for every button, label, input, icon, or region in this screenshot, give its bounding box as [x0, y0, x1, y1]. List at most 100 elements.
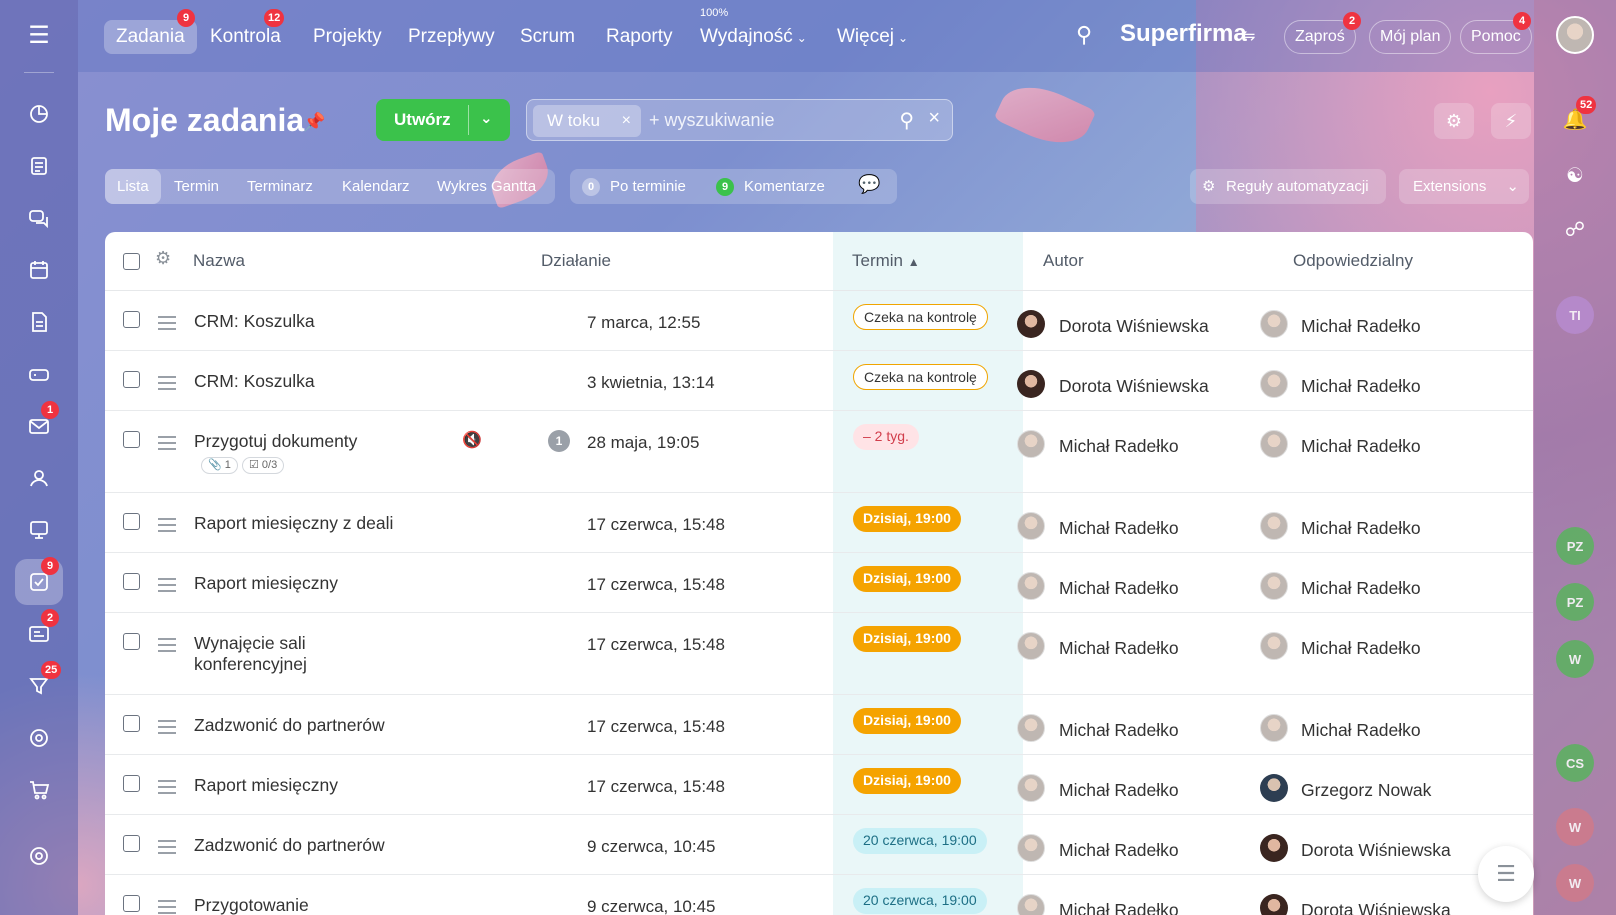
drag-handle-icon[interactable] [158, 780, 176, 798]
drag-handle-icon[interactable] [158, 376, 176, 394]
responsible-name[interactable]: Michał Radełko [1301, 316, 1421, 337]
table-row[interactable]: Raport miesięczny 17 czerwca, 15:48 Dzisia… [105, 755, 1533, 815]
responsible-name[interactable]: Michał Radełko [1301, 638, 1421, 659]
filter-chip[interactable]: W toku × [533, 105, 641, 137]
tab-termin[interactable]: Termin [162, 169, 231, 204]
table-row[interactable]: CRM: Koszulka 7 marca, 12:55 Czeka na kont… [105, 291, 1533, 351]
sidebar-item-users[interactable] [15, 455, 63, 501]
author-name[interactable]: Dorota Wiśniewska [1059, 316, 1209, 337]
table-row[interactable]: Zadzwonić do partnerów 9 czerwca, 10:45 20… [105, 815, 1533, 875]
nav-tab-wiecej[interactable]: Więcej ⌄ [825, 20, 920, 54]
chat-search-icon[interactable]: ☍ [1556, 210, 1594, 248]
sidebar-item-chart[interactable] [15, 91, 63, 137]
drag-handle-icon[interactable] [158, 518, 176, 536]
select-all-checkbox[interactable] [123, 253, 140, 270]
extensions-button[interactable]: Extensions ⌄ [1399, 169, 1529, 204]
overdue-filter[interactable]: Po terminie [610, 178, 686, 195]
drag-handle-icon[interactable] [158, 436, 176, 454]
drag-handle-icon[interactable] [158, 720, 176, 738]
sidebar-item-funnel[interactable]: 25 [15, 661, 63, 709]
sidebar-item-feed[interactable] [15, 143, 63, 189]
table-row[interactable]: Raport miesięczny 17 czerwca, 15:48 Dzisia… [105, 553, 1533, 613]
drag-handle-icon[interactable] [158, 578, 176, 596]
task-name[interactable]: Przygotowanie [194, 895, 309, 915]
row-checkbox[interactable] [123, 633, 140, 650]
task-name[interactable]: Zadzwonić do partnerów [194, 835, 385, 856]
table-row[interactable]: Przygotowanie 9 czerwca, 10:45 20 czerwca,… [105, 875, 1533, 915]
my-plan-button[interactable]: Mój plan [1369, 20, 1452, 54]
contact-avatar[interactable]: PZ [1556, 583, 1594, 621]
author-name[interactable]: Michał Radełko [1059, 436, 1179, 457]
drag-handle-icon[interactable] [158, 316, 176, 334]
lightning-button[interactable]: ⚡ [1491, 103, 1531, 139]
sidebar-item-chat[interactable] [15, 195, 63, 241]
drag-handle-icon[interactable] [158, 638, 176, 656]
search-filter-bar[interactable]: W toku × + wyszukiwanie ⚲ × [526, 99, 953, 141]
row-checkbox[interactable] [123, 311, 140, 328]
nav-tab-scrum[interactable]: Scrum [508, 20, 587, 54]
header-author[interactable]: Autor [1043, 251, 1084, 271]
bell-icon[interactable]: 🔔 52 [1556, 96, 1597, 138]
responsible-name[interactable]: Grzegorz Nowak [1301, 780, 1431, 801]
row-checkbox[interactable] [123, 775, 140, 792]
nav-tab-raporty[interactable]: Raporty [594, 20, 685, 54]
header-action[interactable]: Działanie [541, 251, 611, 271]
read-all-icon[interactable]: 💬 [858, 174, 880, 195]
row-checkbox[interactable] [123, 431, 140, 448]
deadline-badge[interactable]: Dzisiaj, 19:00 [853, 626, 961, 652]
comments-filter[interactable]: Komentarze [744, 178, 825, 195]
tab-gantt[interactable]: Wykres Gantta [425, 169, 548, 204]
task-name[interactable]: Przygotuj dokumenty [194, 431, 357, 452]
table-row[interactable]: CRM: Koszulka 3 kwietnia, 13:14 Czeka na k… [105, 351, 1533, 411]
sidebar-item-presentation[interactable] [15, 507, 63, 553]
row-checkbox[interactable] [123, 835, 140, 852]
table-row[interactable]: Przygotuj dokumenty 📎 1 ☑ 0/3 🔇 1 28 maja, 19… [105, 411, 1533, 493]
row-checkbox[interactable] [123, 513, 140, 530]
task-name[interactable]: CRM: Koszulka [194, 371, 315, 392]
responsible-name[interactable]: Michał Radełko [1301, 376, 1421, 397]
header-deadline[interactable]: Termin ▲ [852, 251, 920, 271]
author-name[interactable]: Michał Radełko [1059, 840, 1179, 861]
responsible-name[interactable]: Michał Radełko [1301, 578, 1421, 599]
deadline-badge[interactable]: 20 czerwca, 19:00 [853, 888, 987, 914]
sidebar-item-tasks[interactable]: 9 [15, 557, 63, 605]
copilot-icon[interactable]: ☯ [1556, 156, 1594, 194]
sidebar-item-mail[interactable]: 1 [15, 401, 63, 449]
row-checkbox[interactable] [123, 715, 140, 732]
deadline-badge[interactable]: Dzisiaj, 19:00 [853, 768, 961, 794]
search-icon[interactable]: ⚲ [899, 108, 914, 133]
task-name[interactable]: Wynajęcie sali konferencyjnej [194, 633, 307, 675]
deadline-badge[interactable]: 20 czerwca, 19:00 [853, 828, 987, 854]
tab-kalendarz[interactable]: Kalendarz [330, 169, 422, 204]
responsible-name[interactable]: Michał Radełko [1301, 436, 1421, 457]
author-name[interactable]: Michał Radełko [1059, 638, 1179, 659]
grid-settings-icon[interactable]: ⚙ [155, 248, 171, 269]
sidebar-item-document[interactable] [15, 299, 63, 345]
mute-icon[interactable]: 🔇 [462, 430, 482, 450]
contact-avatar[interactable]: TI [1556, 296, 1594, 334]
sidebar-item-crm[interactable]: 2 [15, 609, 63, 657]
create-button[interactable]: Utwórz ⌄ [376, 99, 510, 141]
table-row[interactable]: Raport miesięczny z deali 17 czerwca, 15:… [105, 493, 1533, 553]
deadline-badge[interactable]: Czeka na kontrolę [853, 364, 988, 390]
responsible-name[interactable]: Michał Radełko [1301, 518, 1421, 539]
author-name[interactable]: Michał Radełko [1059, 900, 1179, 915]
deadline-badge[interactable]: Dzisiaj, 19:00 [853, 566, 961, 592]
automation-rules-button[interactable]: ⚙ Reguły automatyzacji [1190, 169, 1386, 204]
header-responsible[interactable]: Odpowiedzialny [1293, 251, 1413, 271]
company-name[interactable]: Superfirma [1120, 20, 1247, 48]
responsible-name[interactable]: Michał Radełko [1301, 720, 1421, 741]
task-name[interactable]: CRM: Koszulka [194, 311, 315, 332]
nav-tab-przeplywy[interactable]: Przepływy [396, 20, 507, 54]
nav-tab-zadania[interactable]: Zadania 9 [104, 9, 197, 54]
sidebar-item-settings[interactable] [15, 833, 63, 879]
author-name[interactable]: Michał Radełko [1059, 578, 1179, 599]
pin-icon[interactable]: 📌 [303, 112, 325, 133]
settings-gear-button[interactable]: ⚙ [1434, 103, 1474, 139]
nav-tab-projekty[interactable]: Projekty [301, 20, 394, 54]
drag-handle-icon[interactable] [158, 900, 176, 915]
clear-icon[interactable]: × [928, 107, 940, 130]
deadline-badge[interactable]: Czeka na kontrolę [853, 304, 988, 330]
nav-tab-kontrola[interactable]: Kontrola 12 [198, 9, 293, 54]
deadline-badge[interactable]: Dzisiaj, 19:00 [853, 708, 961, 734]
